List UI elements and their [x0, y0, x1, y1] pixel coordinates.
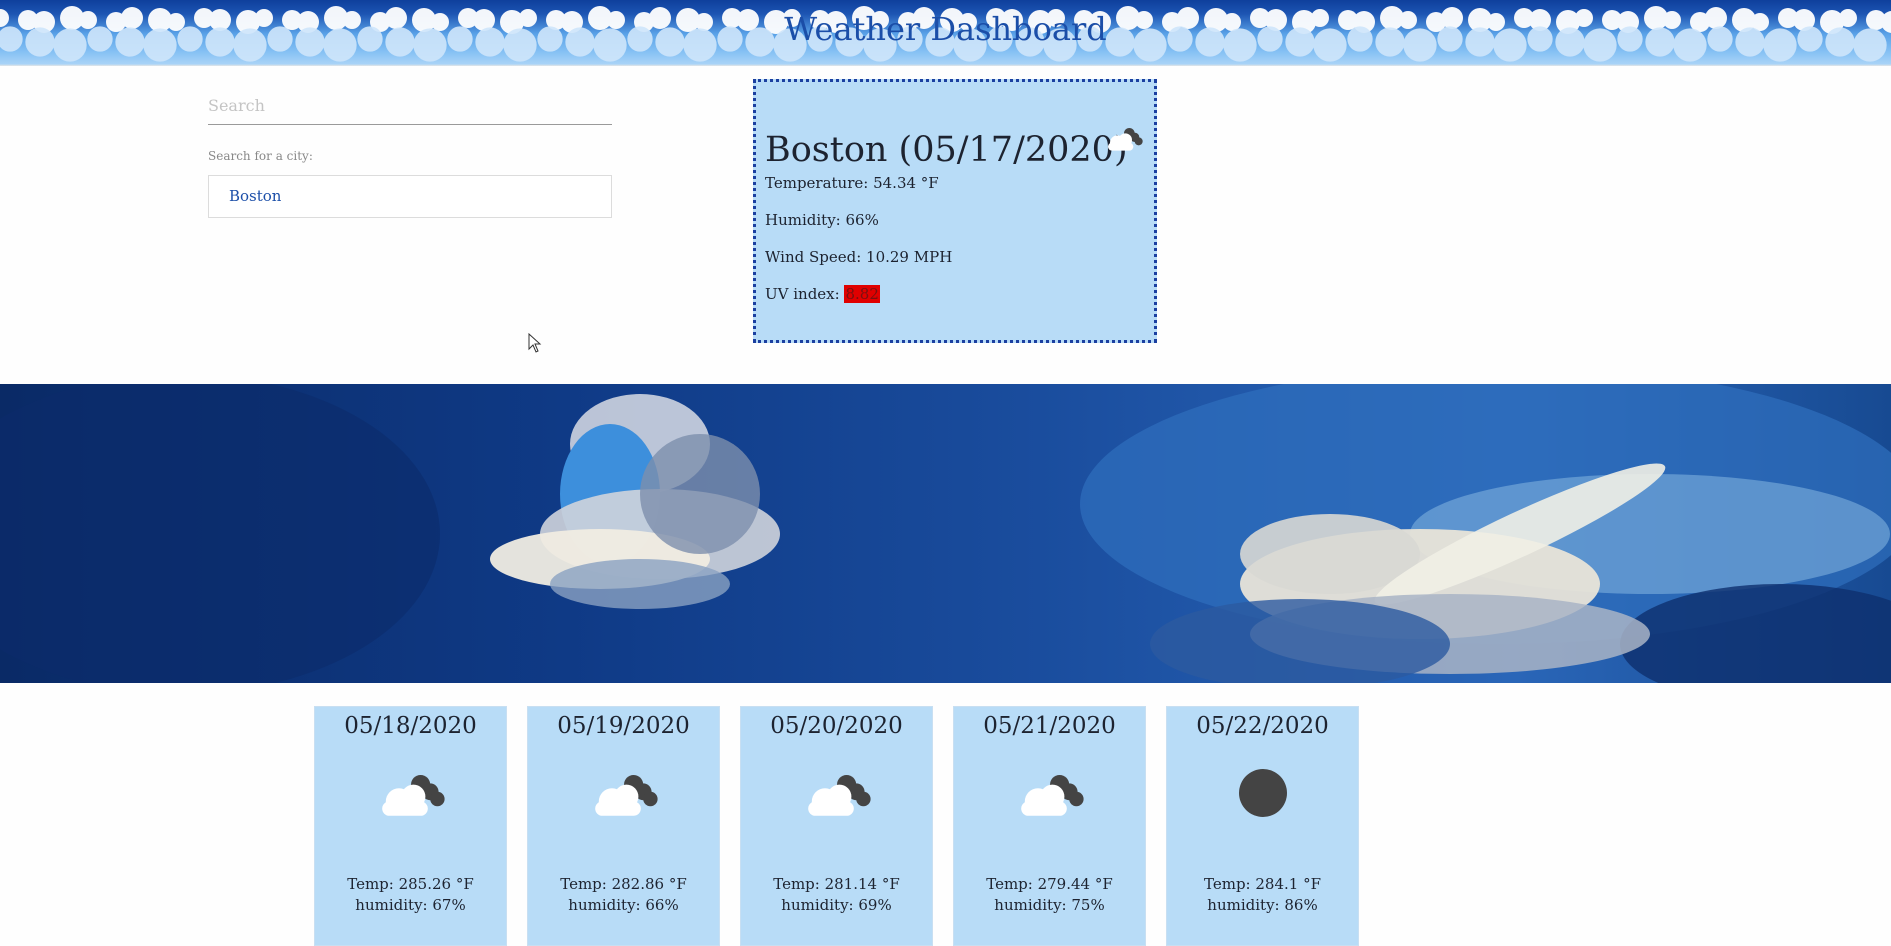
mouse-cursor-icon — [528, 332, 542, 357]
forecast-date: 05/20/2020 — [770, 713, 903, 739]
page-title: Weather Dashboard — [784, 10, 1107, 48]
forecast-date: 05/21/2020 — [983, 713, 1116, 739]
clear-night-icon — [1237, 767, 1289, 823]
broken-clouds-icon — [801, 767, 873, 823]
broken-clouds-icon — [1104, 124, 1144, 156]
current-weather-card: Boston (05/17/2020) Temperature: 54.34 °… — [753, 79, 1157, 343]
forecast-humidity: humidity: 75% — [994, 896, 1105, 914]
forecast-temp: Temp: 284.1 °F — [1204, 875, 1321, 893]
current-wind-speed: Wind Speed: 10.29 MPH — [765, 248, 953, 266]
forecast-card: 05/21/2020 Temp: 279.44 °F humidity: 75% — [953, 706, 1146, 946]
broken-clouds-icon — [1014, 767, 1086, 823]
forecast-humidity: humidity: 67% — [355, 896, 466, 914]
search-input[interactable] — [208, 86, 612, 125]
forecast-humidity: humidity: 66% — [568, 896, 679, 914]
forecast-card: 05/18/2020 Temp: 285.26 °F humidity: 67% — [314, 706, 507, 946]
forecast-temp: Temp: 285.26 °F — [347, 875, 474, 893]
broken-clouds-icon — [588, 767, 660, 823]
forecast-date: 05/19/2020 — [557, 713, 690, 739]
current-uv-row: UV index: 8.82 — [765, 285, 880, 303]
forecast-date: 05/22/2020 — [1196, 713, 1329, 739]
search-help-label: Search for a city: — [208, 149, 313, 163]
uv-label: UV index: — [765, 285, 845, 303]
forecast-humidity: humidity: 69% — [781, 896, 892, 914]
forecast-temp: Temp: 279.44 °F — [986, 875, 1113, 893]
sky-banner-image — [0, 384, 1891, 683]
current-temperature: Temperature: 54.34 °F — [765, 174, 939, 192]
header-banner: Weather Dashboard — [0, 0, 1891, 66]
forecast-card: 05/20/2020 Temp: 281.14 °F humidity: 69% — [740, 706, 933, 946]
current-humidity: Humidity: 66% — [765, 211, 879, 229]
broken-clouds-icon — [375, 767, 447, 823]
forecast-card: 05/19/2020 Temp: 282.86 °F humidity: 66% — [527, 706, 720, 946]
forecast-temp: Temp: 281.14 °F — [773, 875, 900, 893]
current-city-date: Boston (05/17/2020) — [765, 130, 1128, 170]
forecast-temp: Temp: 282.86 °F — [560, 875, 687, 893]
forecast-card: 05/22/2020 Temp: 284.1 °F humidity: 86% — [1166, 706, 1359, 946]
forecast-humidity: humidity: 86% — [1207, 896, 1318, 914]
search-history-item-boston[interactable]: Boston — [208, 175, 612, 218]
forecast-date: 05/18/2020 — [344, 713, 477, 739]
uv-index-badge: 8.82 — [844, 285, 880, 303]
